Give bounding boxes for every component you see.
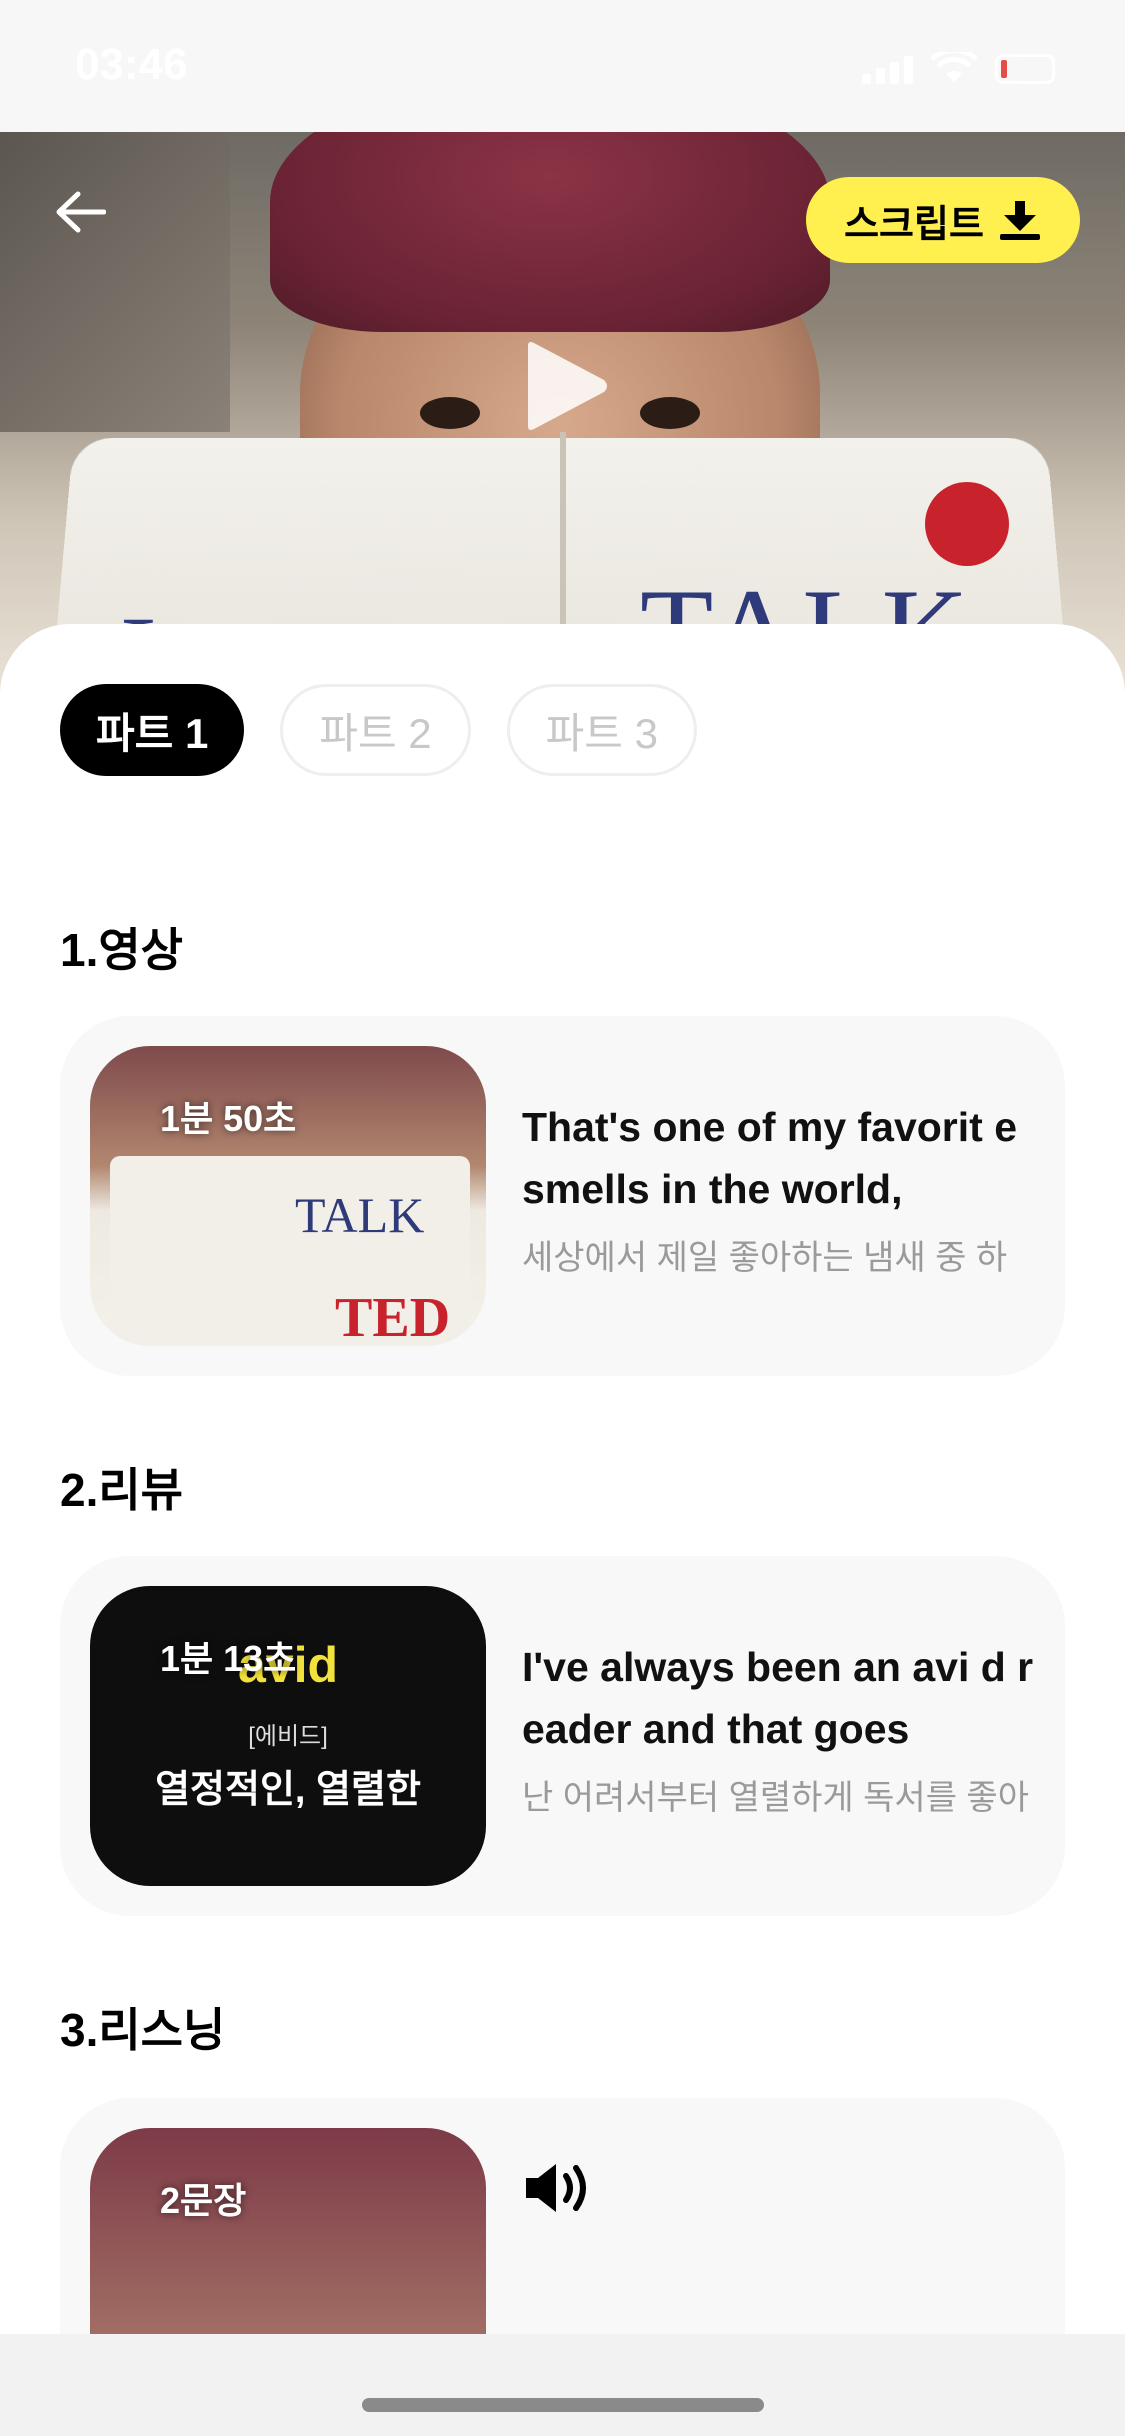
english-sentence: That's one of my favorit e smells in the…: [522, 1096, 1042, 1220]
content-sheet: 파트 1 파트 2 파트 3 1.영상 TALK TED 1분 50초 That…: [0, 624, 1125, 2334]
thumbnail-book-ted: TED: [335, 1286, 450, 1346]
home-indicator[interactable]: [362, 2398, 764, 2412]
listening-thumbnail[interactable]: 2문장: [90, 2128, 486, 2334]
thumbnail-meaning: 열정적인, 열렬한: [90, 1758, 486, 1813]
download-icon: [998, 199, 1042, 241]
hero-cap: [270, 132, 830, 332]
script-download-button[interactable]: 스크립트: [806, 177, 1080, 263]
status-time: 03:46: [75, 40, 188, 90]
section-title-video: 1.영상: [60, 914, 183, 980]
section-title-review: 2.리뷰: [60, 1454, 183, 1520]
sentence-count-badge: 2문장: [138, 2168, 268, 2228]
status-icons: [862, 52, 1055, 84]
korean-translation: 난 어려서부터 열렬하게 독서를 좋아: [522, 1770, 1042, 1819]
duration-badge: 1분 13초: [138, 1626, 318, 1686]
script-button-label: 스크립트: [844, 193, 984, 248]
bottom-bar: [0, 2334, 1125, 2436]
part-tabs: 파트 1 파트 2 파트 3: [60, 684, 697, 776]
english-sentence: I've always been an avi d reader and tha…: [522, 1636, 1042, 1760]
tab-part-2[interactable]: 파트 2: [280, 684, 470, 776]
korean-translation: 세상에서 제일 좋아하는 냄새 중 하: [522, 1230, 1042, 1279]
thumbnail-book-title: TALK: [295, 1186, 424, 1244]
duration-badge: 1분 50초: [138, 1086, 318, 1146]
speaker-icon[interactable]: [522, 2158, 592, 2218]
back-arrow-icon: [54, 190, 106, 234]
hero-background: [0, 132, 230, 432]
wifi-icon: [931, 52, 977, 84]
video-thumbnail[interactable]: TALK TED 1분 50초: [90, 1046, 486, 1346]
section-title-listening: 3.리스닝: [60, 1994, 225, 2060]
review-card[interactable]: avid [에비드] 열정적인, 열렬한 1분 13초 I've always …: [60, 1556, 1065, 1916]
battery-icon: [995, 54, 1055, 84]
listening-card[interactable]: 2문장: [60, 2098, 1065, 2334]
back-button[interactable]: [50, 182, 110, 242]
review-thumbnail[interactable]: avid [에비드] 열정적인, 열렬한 1분 13초: [90, 1586, 486, 1886]
status-bar: 03:46: [0, 0, 1125, 132]
hero-eye-left: [420, 397, 480, 429]
signal-icon: [862, 56, 913, 84]
tab-part-3[interactable]: 파트 3: [507, 684, 697, 776]
play-icon[interactable]: [520, 340, 610, 432]
hero-book-seal: [925, 482, 1009, 566]
video-card[interactable]: TALK TED 1분 50초 That's one of my favorit…: [60, 1016, 1065, 1376]
hero-eye-right: [640, 397, 700, 429]
tab-part-1[interactable]: 파트 1: [60, 684, 244, 776]
thumbnail-pronunciation: [에비드]: [90, 1716, 486, 1751]
